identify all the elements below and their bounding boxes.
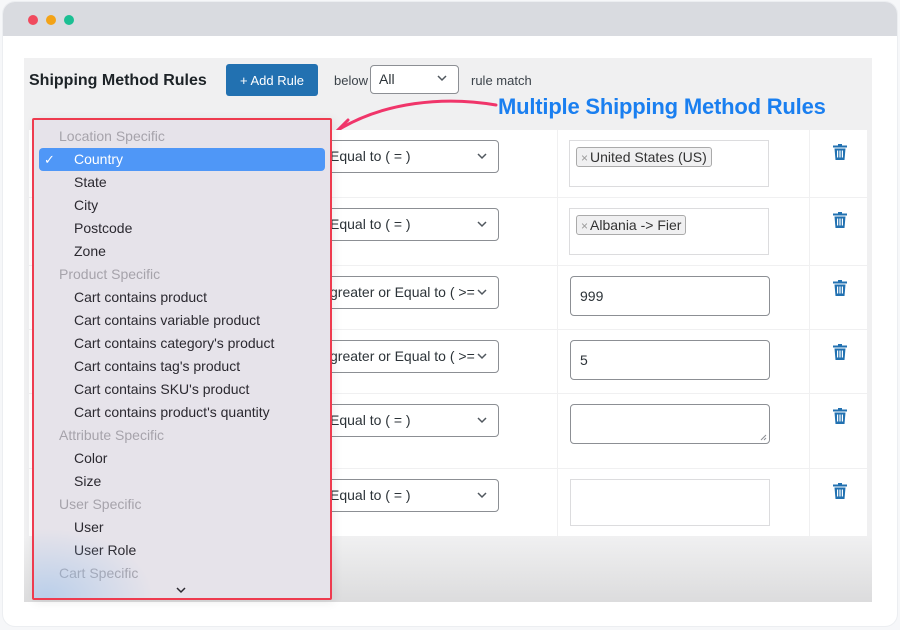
- chevron-down-icon: [477, 289, 487, 296]
- checkmark-icon: ✓: [44, 152, 55, 167]
- chevron-down-icon: [477, 417, 487, 424]
- chevron-down-icon: [437, 75, 447, 82]
- option-group-label: Location Specific: [59, 128, 165, 144]
- operator-select-value: Equal to ( = ): [330, 487, 411, 503]
- option-cart-contains-product[interactable]: Cart contains product: [34, 286, 330, 309]
- country-multiselect[interactable]: × United States (US): [569, 140, 769, 187]
- chevron-down-icon: [477, 153, 487, 160]
- option-color[interactable]: Color: [34, 447, 330, 470]
- trash-icon[interactable]: [833, 408, 847, 424]
- selected-tag: × United States (US): [576, 147, 712, 167]
- option-group-label: Product Specific: [59, 266, 161, 282]
- below-label: below: [334, 73, 368, 88]
- trash-icon[interactable]: [833, 483, 847, 499]
- rule-match-select-value: All: [379, 71, 395, 87]
- option-country[interactable]: ✓ Country: [39, 148, 325, 171]
- value-multiselect[interactable]: [570, 479, 770, 526]
- rule-match-select[interactable]: All: [370, 65, 459, 94]
- option-user-role[interactable]: User Role: [34, 539, 330, 562]
- value-input[interactable]: 5: [570, 340, 770, 380]
- scroll-down-chevron-icon[interactable]: [175, 585, 187, 595]
- trash-icon[interactable]: [833, 280, 847, 296]
- option-size[interactable]: Size: [34, 470, 330, 493]
- state-multiselect[interactable]: × Albania -> Fier: [569, 208, 769, 255]
- option-group-label: Cart Specific: [59, 565, 139, 581]
- dropdown-options: Location Specific ✓ Country State City Po…: [34, 125, 330, 585]
- trash-icon[interactable]: [833, 144, 847, 160]
- tag-label: United States (US): [590, 149, 707, 165]
- option-cart-contains-tag-product[interactable]: Cart contains tag's product: [34, 355, 330, 378]
- maximize-window-button[interactable]: [64, 15, 74, 25]
- add-rule-button[interactable]: + Add Rule: [226, 64, 318, 96]
- chevron-down-icon: [477, 492, 487, 499]
- operator-select-value: Equal to ( = ): [330, 412, 411, 428]
- option-city[interactable]: City: [34, 194, 330, 217]
- window-titlebar: [3, 2, 897, 36]
- operator-select-value: greater or Equal to ( >=: [330, 348, 475, 364]
- value-textarea[interactable]: [570, 404, 770, 444]
- option-label: Country: [74, 151, 124, 167]
- operator-select-value: greater or Equal to ( >=: [330, 284, 475, 300]
- option-cart-contains-product-quantity[interactable]: Cart contains product's quantity: [34, 401, 330, 424]
- resize-grip-icon[interactable]: [759, 433, 767, 441]
- operator-select-value: Equal to ( = ): [330, 148, 411, 164]
- selected-tag: × Albania -> Fier: [576, 215, 687, 235]
- option-state[interactable]: State: [34, 171, 330, 194]
- chevron-down-icon: [477, 353, 487, 360]
- option-postcode[interactable]: Postcode: [34, 217, 330, 240]
- minimize-window-button[interactable]: [46, 15, 56, 25]
- tag-label: Albania -> Fier: [590, 217, 682, 233]
- operator-select-value: Equal to ( = ): [330, 216, 411, 232]
- remove-tag-icon[interactable]: ×: [581, 219, 588, 233]
- condition-type-dropdown[interactable]: Location Specific ✓ Country State City Po…: [32, 118, 332, 600]
- option-zone[interactable]: Zone: [34, 240, 330, 263]
- option-cart-contains-sku-product[interactable]: Cart contains SKU's product: [34, 378, 330, 401]
- close-window-button[interactable]: [28, 15, 38, 25]
- trash-icon[interactable]: [833, 212, 847, 228]
- option-cart-contains-variable-product[interactable]: Cart contains variable product: [34, 309, 330, 332]
- remove-tag-icon[interactable]: ×: [581, 151, 588, 165]
- trash-icon[interactable]: [833, 344, 847, 360]
- rule-match-label: rule match: [471, 73, 532, 88]
- chevron-down-icon: [477, 221, 487, 228]
- option-cart-contains-category-product[interactable]: Cart contains category's product: [34, 332, 330, 355]
- page-title: Shipping Method Rules: [29, 72, 207, 89]
- option-group-label: Attribute Specific: [59, 427, 165, 443]
- option-user[interactable]: User: [34, 516, 330, 539]
- annotation-label: Multiple Shipping Method Rules: [498, 94, 826, 119]
- value-input[interactable]: 999: [570, 276, 770, 316]
- option-group-label: User Specific: [59, 496, 142, 512]
